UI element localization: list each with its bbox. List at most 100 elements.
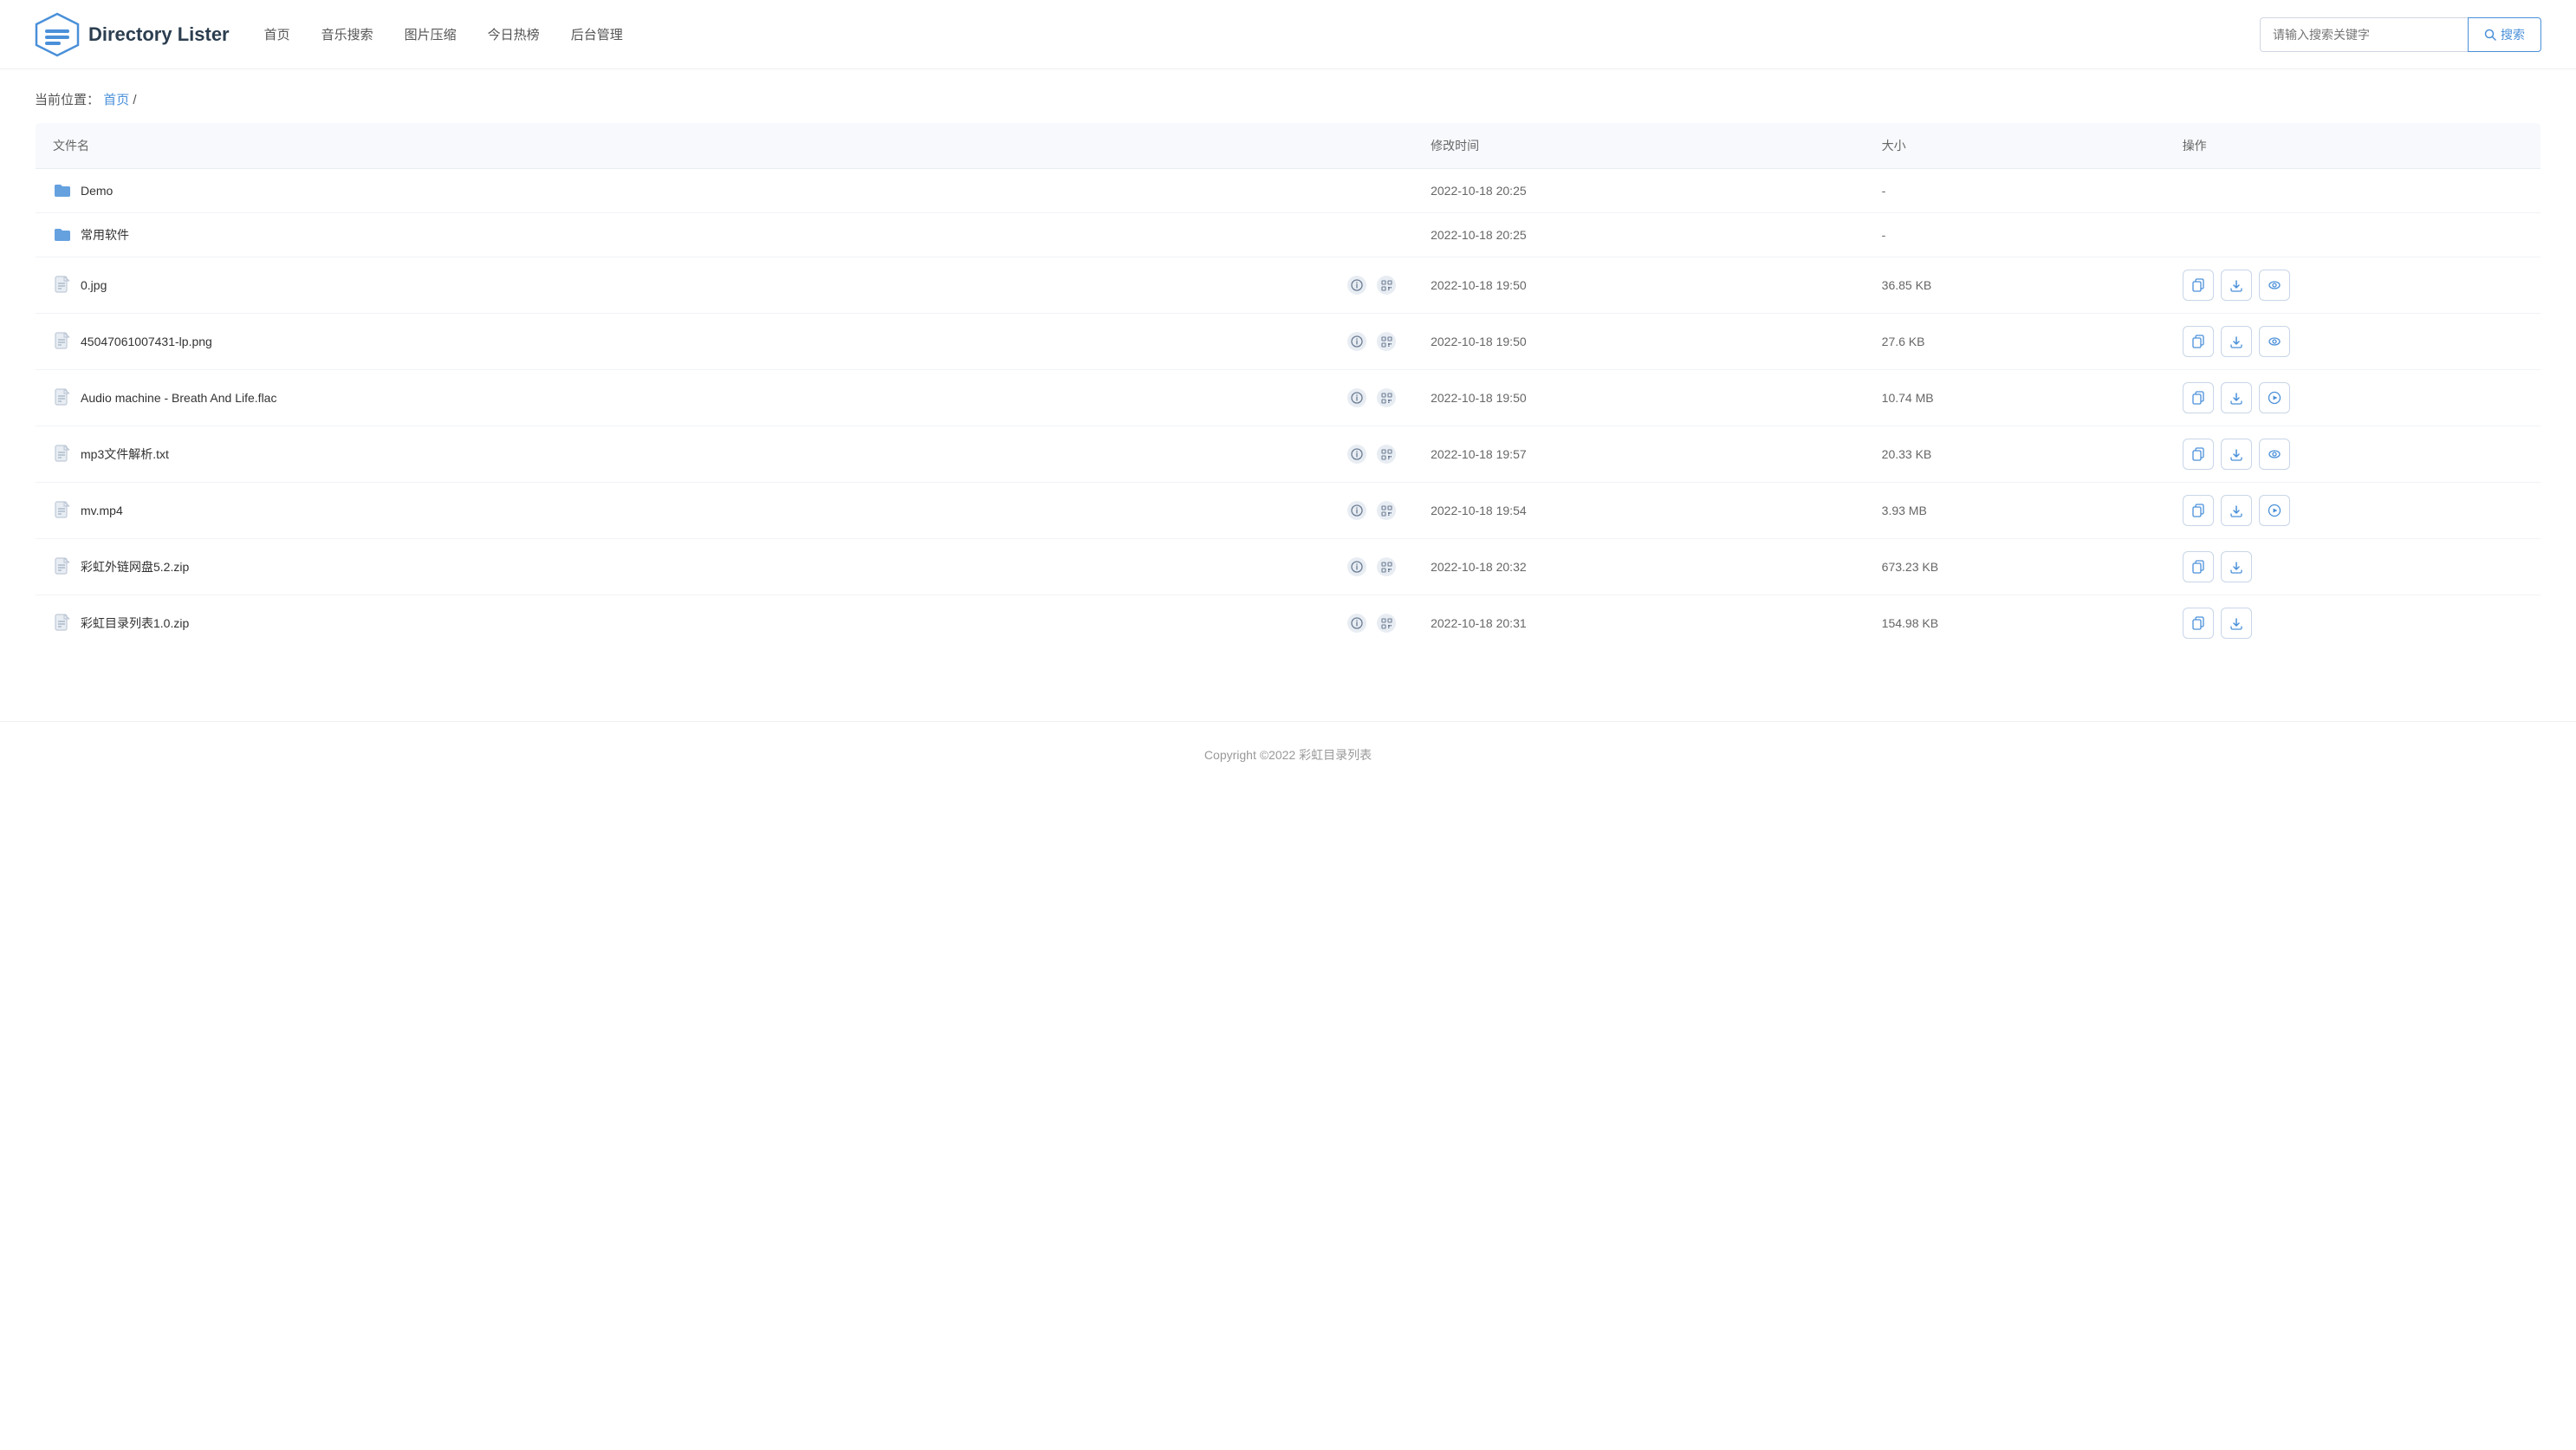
- logo-icon: [35, 12, 80, 57]
- file-name-cell: 0.jpg: [36, 257, 1414, 314]
- breadcrumb-prefix: 当前位置：: [35, 93, 100, 107]
- logo-text: Directory Lister: [88, 23, 230, 46]
- file-icon: [53, 388, 72, 407]
- logo[interactable]: Directory Lister: [35, 12, 230, 57]
- file-name-cell: Audio machine - Breath And Life.flac: [36, 370, 1414, 426]
- breadcrumb-separator: /: [133, 93, 136, 107]
- file-icon: [53, 501, 72, 520]
- file-size: 154.98 KB: [1865, 595, 2165, 652]
- table-header-row: 文件名 修改时间 大小 操作: [36, 123, 2541, 169]
- file-name-label: 常用软件: [81, 226, 129, 244]
- nav-item-home[interactable]: 首页: [264, 25, 290, 43]
- download-button[interactable]: [2221, 608, 2252, 639]
- nav-item-trending[interactable]: 今日热榜: [488, 25, 540, 43]
- info-icon[interactable]: [1347, 276, 1366, 295]
- nav-item-music[interactable]: 音乐搜索: [321, 25, 373, 43]
- table-row: 45047061007431-lp.png 2022-10-18 19:5027.…: [36, 314, 2541, 370]
- file-actions: [2165, 169, 2541, 213]
- file-name-label: 45047061007431-lp.png: [81, 335, 212, 348]
- file-size: 673.23 KB: [1865, 539, 2165, 595]
- table-row: Demo2022-10-18 20:25-: [36, 169, 2541, 213]
- play-button[interactable]: [2259, 382, 2290, 413]
- file-size: -: [1865, 213, 2165, 257]
- file-actions: [2165, 314, 2541, 370]
- search-area: 搜索: [2260, 17, 2541, 52]
- info-icon[interactable]: [1347, 614, 1366, 633]
- file-icon: [53, 332, 72, 351]
- breadcrumb-home[interactable]: 首页: [103, 93, 129, 107]
- file-actions: [2165, 483, 2541, 539]
- copy-button[interactable]: [2183, 495, 2214, 526]
- search-input[interactable]: [2260, 17, 2468, 52]
- preview-button[interactable]: [2259, 326, 2290, 357]
- file-icon: [53, 614, 72, 633]
- main-nav: 首页 音乐搜索 图片压缩 今日热榜 后台管理: [264, 25, 2260, 43]
- file-name-label: mp3文件解析.txt: [81, 445, 169, 463]
- preview-button[interactable]: [2259, 270, 2290, 301]
- file-size: 20.33 KB: [1865, 426, 2165, 483]
- download-button[interactable]: [2221, 270, 2252, 301]
- file-actions: [2165, 426, 2541, 483]
- file-list: Demo2022-10-18 20:25- 常用软件 2022-10-18 20:2…: [36, 169, 2541, 652]
- qr-icon[interactable]: [1377, 276, 1396, 295]
- file-actions: [2165, 539, 2541, 595]
- download-button[interactable]: [2221, 326, 2252, 357]
- copy-button[interactable]: [2183, 608, 2214, 639]
- preview-button[interactable]: [2259, 439, 2290, 470]
- file-icon: [53, 557, 72, 576]
- file-time: 2022-10-18 19:50: [1413, 314, 1865, 370]
- copy-button[interactable]: [2183, 382, 2214, 413]
- file-size: 10.74 MB: [1865, 370, 2165, 426]
- file-table: 文件名 修改时间 大小 操作 Demo2022-10-18 20:25-常用软件…: [35, 122, 2541, 652]
- play-button[interactable]: [2259, 495, 2290, 526]
- file-actions: [2165, 595, 2541, 652]
- file-name-label: mv.mp4: [81, 504, 123, 517]
- file-name-cell: 彩虹目录列表1.0.zip: [36, 595, 1414, 652]
- download-button[interactable]: [2221, 439, 2252, 470]
- copy-button[interactable]: [2183, 551, 2214, 582]
- info-icon[interactable]: [1347, 388, 1366, 407]
- info-icon[interactable]: [1347, 501, 1366, 520]
- file-time: 2022-10-18 20:31: [1413, 595, 1865, 652]
- table-row: mp3文件解析.txt 2022-10-18 19:5720.33 KB: [36, 426, 2541, 483]
- file-size: 27.6 KB: [1865, 314, 2165, 370]
- qr-icon[interactable]: [1377, 332, 1396, 351]
- nav-item-admin[interactable]: 后台管理: [571, 25, 623, 43]
- info-icon[interactable]: [1347, 445, 1366, 464]
- file-name-cell: 常用软件: [36, 213, 1414, 257]
- table-row: mv.mp42022-10-18 19:543.93 MB: [36, 483, 2541, 539]
- table-row: Audio machine - Breath And Life.flac2022…: [36, 370, 2541, 426]
- col-header-size: 大小: [1865, 123, 2165, 169]
- qr-icon[interactable]: [1377, 557, 1396, 576]
- download-button[interactable]: [2221, 382, 2252, 413]
- info-icon[interactable]: [1347, 557, 1366, 576]
- file-actions: [2165, 257, 2541, 314]
- copy-button[interactable]: [2183, 326, 2214, 357]
- qr-icon[interactable]: [1377, 614, 1396, 633]
- qr-icon[interactable]: [1377, 388, 1396, 407]
- table-row: 彩虹目录列表1.0.zip2022-10-18 20:31154.98 KB: [36, 595, 2541, 652]
- nav-item-image[interactable]: 图片压缩: [405, 25, 457, 43]
- table-row: 常用软件 2022-10-18 20:25-: [36, 213, 2541, 257]
- file-actions: [2165, 213, 2541, 257]
- file-name-cell: 45047061007431-lp.png: [36, 314, 1414, 370]
- info-icon[interactable]: [1347, 332, 1366, 351]
- file-name-cell: Demo: [36, 169, 1414, 213]
- file-name-label: Audio machine - Breath And Life.flac: [81, 391, 276, 405]
- file-time: 2022-10-18 20:25: [1413, 213, 1865, 257]
- qr-icon[interactable]: [1377, 501, 1396, 520]
- download-button[interactable]: [2221, 551, 2252, 582]
- download-button[interactable]: [2221, 495, 2252, 526]
- file-actions: [2165, 370, 2541, 426]
- search-button[interactable]: 搜索: [2468, 17, 2541, 52]
- copy-button[interactable]: [2183, 270, 2214, 301]
- copy-button[interactable]: [2183, 439, 2214, 470]
- col-header-actions: 操作: [2165, 123, 2541, 169]
- file-time: 2022-10-18 20:32: [1413, 539, 1865, 595]
- file-name-label: 彩虹外链网盘5.2.zip: [81, 558, 189, 575]
- file-name-cell: 彩虹外链网盘5.2.zip: [36, 539, 1414, 595]
- file-name-cell: mv.mp4: [36, 483, 1414, 539]
- file-time: 2022-10-18 19:54: [1413, 483, 1865, 539]
- qr-icon[interactable]: [1377, 445, 1396, 464]
- file-time: 2022-10-18 19:57: [1413, 426, 1865, 483]
